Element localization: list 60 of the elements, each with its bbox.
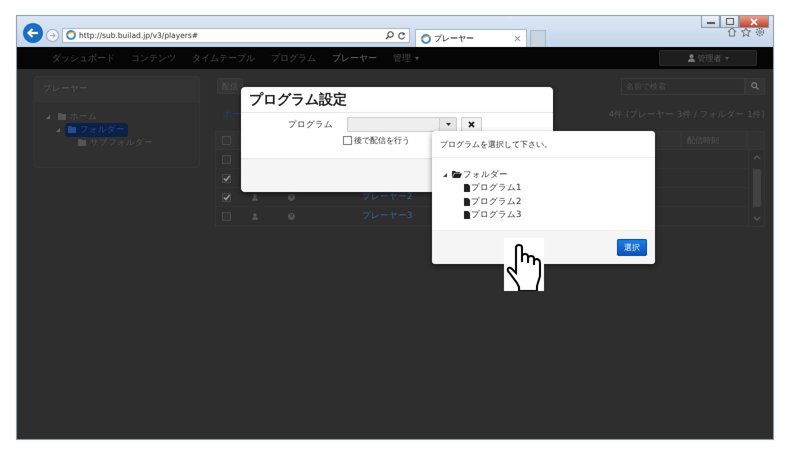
scrollbar[interactable] xyxy=(748,150,764,226)
tree-item[interactable]: プログラム1 xyxy=(464,182,522,194)
chevron-up-icon[interactable] xyxy=(752,155,760,160)
user-icon xyxy=(688,54,694,62)
minimize-button[interactable] xyxy=(701,16,720,28)
clear-button[interactable] xyxy=(461,117,482,132)
help-icon xyxy=(288,194,294,200)
tree-item[interactable]: フォルダー xyxy=(65,122,128,136)
checkbox[interactable] xyxy=(222,136,230,145)
dialog-title: プログラム設定 xyxy=(249,90,347,108)
browser-logo-icon xyxy=(421,34,431,44)
settings-icon[interactable] xyxy=(755,27,765,37)
checkbox[interactable] xyxy=(343,136,352,145)
tree-item[interactable]: プログラム2 xyxy=(464,196,522,208)
breadcrumb-link[interactable]: ホー xyxy=(217,108,241,121)
search-icon xyxy=(751,82,759,90)
folder-icon xyxy=(452,171,462,178)
caret-icon xyxy=(724,56,728,60)
search-button[interactable] xyxy=(745,78,765,94)
checkbox[interactable] xyxy=(222,154,230,164)
back-icon[interactable] xyxy=(23,23,43,43)
checkbox[interactable] xyxy=(222,192,230,202)
nav-item[interactable]: コンテンツ xyxy=(131,52,176,64)
close-icon xyxy=(750,18,758,26)
checkbox[interactable] xyxy=(222,212,230,220)
field-label: プログラム xyxy=(287,118,333,130)
close-button[interactable] xyxy=(739,16,769,28)
close-icon xyxy=(468,121,475,128)
nav-item[interactable]: 管理 xyxy=(393,52,419,64)
nav-item[interactable]: プログラム xyxy=(271,52,316,64)
nav-item[interactable]: タイムテーブル xyxy=(192,52,255,64)
picker-prompt: プログラムを選択して下さい。 xyxy=(440,138,552,150)
player-link[interactable]: プレーヤー2 xyxy=(362,191,412,203)
player-link[interactable]: プレーヤー3 xyxy=(362,210,412,222)
caret-icon xyxy=(446,123,450,126)
tree-item[interactable]: プログラム3 xyxy=(464,209,522,222)
checkbox[interactable] xyxy=(222,174,230,182)
browser-tab[interactable]: プレーヤー xyxy=(415,29,527,47)
star-icon[interactable] xyxy=(741,27,751,37)
forward-icon[interactable] xyxy=(46,28,59,42)
help-icon xyxy=(288,212,294,220)
refresh-icon[interactable] xyxy=(397,30,406,40)
user-icon xyxy=(252,194,258,200)
browser-logo-icon xyxy=(66,30,76,40)
checkbox-label: 後で配信を行う xyxy=(354,135,410,146)
chevron-down-icon[interactable] xyxy=(752,216,760,221)
home-icon[interactable] xyxy=(727,27,737,37)
maximize-icon xyxy=(726,18,734,25)
expand-arrow-icon[interactable] xyxy=(442,172,448,178)
user-icon xyxy=(252,212,258,220)
select-button[interactable]: 選択 xyxy=(617,239,647,256)
nav-item[interactable]: プレーヤー xyxy=(332,52,377,64)
nav-item[interactable]: ダッシュボード xyxy=(52,52,115,64)
user-menu-button[interactable]: 管理者 xyxy=(659,50,757,66)
tree-item[interactable]: フォルダー xyxy=(452,168,508,181)
maximize-button[interactable] xyxy=(720,16,739,28)
tab-title: プレーヤー xyxy=(434,33,475,44)
minimize-icon xyxy=(706,20,714,24)
close-icon[interactable] xyxy=(514,35,521,42)
search-icon[interactable] xyxy=(385,30,394,40)
